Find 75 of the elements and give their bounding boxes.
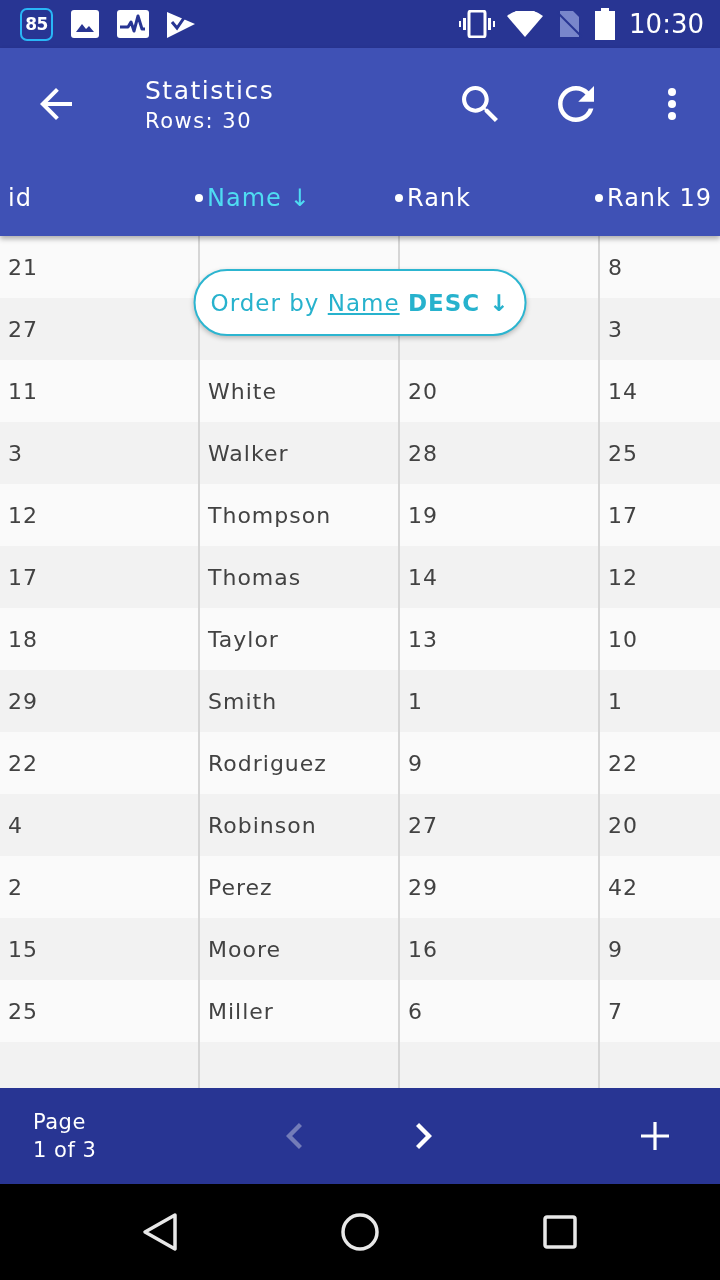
id-text: 21 <box>8 254 38 280</box>
name-text: White <box>208 378 277 404</box>
name-text: Robinson <box>208 812 317 838</box>
id-text: 3 <box>8 440 23 466</box>
wifi-icon <box>507 11 544 37</box>
page-label: Page <box>33 1110 86 1134</box>
id-text: 11 <box>8 378 38 404</box>
back-arrow-icon[interactable] <box>40 88 72 120</box>
name-text: Taylor <box>208 626 279 652</box>
page-number: 1 of 3 <box>33 1138 97 1162</box>
image-icon <box>71 10 99 38</box>
rank-text: 14 <box>408 564 438 590</box>
rank-text: 20 <box>408 378 438 404</box>
rank-text: 6 <box>408 998 423 1024</box>
id-text: 27 <box>8 316 38 342</box>
row-count-text: Rows: 30 <box>145 108 253 133</box>
name-text: Smith <box>208 688 278 714</box>
rank-text: 14 <box>608 378 638 404</box>
chevron-left-icon <box>286 1123 302 1149</box>
back-triangle-icon[interactable] <box>142 1212 178 1252</box>
rank-text: 8 <box>608 254 623 280</box>
id-text: 29 <box>8 688 38 714</box>
id-text: 4 <box>8 812 23 838</box>
column-header[interactable]: Name ↓ <box>195 184 311 212</box>
pulse-icon <box>117 10 149 38</box>
column-header[interactable]: Rank <box>395 184 471 212</box>
name-text: Perez <box>208 874 273 900</box>
refresh-icon[interactable] <box>558 86 594 122</box>
id-text: 18 <box>8 626 38 652</box>
name-text: Thomas <box>208 564 302 590</box>
rank-text: 27 <box>408 812 438 838</box>
screen-title: Statistics <box>145 75 275 105</box>
id-text: 17 <box>8 564 38 590</box>
rank-text: 42 <box>608 874 638 900</box>
rank-text: 7 <box>608 998 623 1024</box>
recents-square-icon[interactable] <box>543 1215 577 1249</box>
rank-text: 9 <box>408 750 423 776</box>
id-text: 15 <box>8 936 38 962</box>
name-text: Moore <box>208 936 281 962</box>
name-text: Miller <box>208 998 274 1024</box>
rank-text: 16 <box>408 936 438 962</box>
rank-text: 3 <box>608 316 623 342</box>
chevron-right-icon <box>416 1123 432 1149</box>
checkmark-icon <box>167 10 195 38</box>
rank-text: 1 <box>408 688 423 714</box>
rank-text: 1 <box>608 688 623 714</box>
rank-text: 19 <box>408 502 438 528</box>
column-header[interactable]: id <box>8 184 32 212</box>
rank-text: 13 <box>408 626 438 652</box>
rank-text: 25 <box>608 440 638 466</box>
rank-text: 17 <box>608 502 638 528</box>
rank-text: 12 <box>608 564 638 590</box>
name-text: Rodriguez <box>208 750 327 776</box>
rank-text: 22 <box>608 750 638 776</box>
search-icon[interactable] <box>462 86 498 122</box>
more-options-icon[interactable] <box>668 88 676 120</box>
vibrate-icon <box>459 10 496 38</box>
rank-text: 28 <box>408 440 438 466</box>
rank-text: 10 <box>608 626 638 652</box>
home-circle-icon[interactable] <box>341 1213 379 1251</box>
sort-message: Order by Name DESC ↓ <box>210 289 510 316</box>
rank-text: 9 <box>608 936 623 962</box>
plus-icon <box>641 1122 669 1150</box>
rank-text: 20 <box>608 812 638 838</box>
column-header[interactable]: Rank 19 <box>595 184 713 212</box>
notification-count: 85 <box>20 7 53 41</box>
battery-icon <box>595 8 616 40</box>
id-text: 2 <box>8 874 23 900</box>
name-text: Thompson <box>208 502 332 528</box>
id-text: 25 <box>8 998 38 1024</box>
rank-text: 29 <box>408 874 438 900</box>
name-text: Walker <box>208 440 289 466</box>
id-text: 12 <box>8 502 38 528</box>
clock-text: 10:30 <box>629 9 704 39</box>
id-text: 22 <box>8 750 38 776</box>
